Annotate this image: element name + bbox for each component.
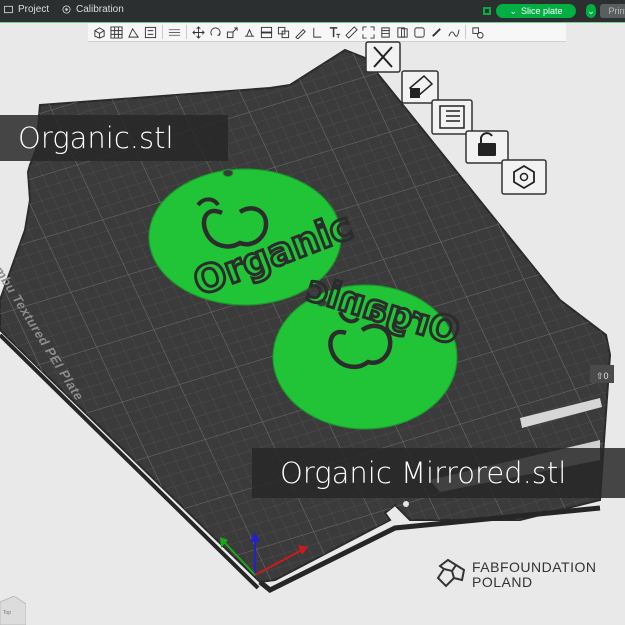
slice-plate-button[interactable]: ⌄ Slice plate (496, 4, 576, 18)
slice-controls: ⌄ Slice plate ⌄ Print pla (482, 4, 625, 18)
calibration-icon (62, 5, 71, 14)
fabfoundation-logo: FABFOUNDATION POLAND (434, 556, 599, 592)
arrange-plate-icon[interactable] (431, 99, 473, 135)
print-plate-button[interactable]: Print pla (600, 4, 625, 18)
support-paint-icon[interactable] (293, 25, 308, 40)
chevron-down-icon: ⌄ (509, 5, 517, 16)
plate-view-icon[interactable] (482, 6, 492, 16)
svg-text:Top: Top (3, 610, 11, 616)
toolbar-separator (186, 25, 187, 39)
plate-settings-icon[interactable] (501, 159, 547, 195)
lock-plate-icon[interactable] (465, 130, 509, 164)
text-icon[interactable] (327, 25, 342, 40)
mesh-boolean-icon[interactable] (276, 25, 291, 40)
auto-orient-plate-icon[interactable] (401, 70, 439, 104)
toolbar-separator (162, 25, 163, 39)
svg-text:⇧0: ⇧0 (596, 371, 609, 381)
print-plate-label: Print pla (608, 6, 625, 16)
rotate-icon[interactable] (208, 25, 223, 40)
tab-project[interactable]: Project (4, 4, 49, 15)
tab-calibration[interactable]: Calibration (62, 4, 124, 15)
add-cube-icon[interactable] (92, 25, 107, 40)
move-icon[interactable] (191, 25, 206, 40)
seam-paint-icon[interactable] (310, 25, 325, 40)
logo-text-line1: FABFOUNDATION (472, 559, 597, 575)
cut-icon[interactable] (259, 25, 274, 40)
plate-origin-marker (403, 501, 409, 507)
arrange-icon[interactable] (143, 25, 158, 40)
top-bar: Project Calibration ⌄ Slice plate ⌄ Prin… (0, 0, 625, 22)
view-cube-icon[interactable]: Top (0, 596, 26, 625)
plate-side-buttons (365, 41, 547, 195)
slice-plate-label: Slice plate (521, 6, 563, 16)
lay-on-face-icon[interactable] (242, 25, 257, 40)
tab-project-label: Project (18, 4, 50, 15)
tab-calibration-label: Calibration (76, 4, 124, 15)
toolbar-separator (465, 25, 466, 39)
layers-icon[interactable] (167, 25, 182, 40)
chevron-down-icon: ⌄ (587, 5, 595, 16)
file-label-organic-mirrored: Organic Mirrored.stl (252, 448, 625, 498)
file-label-organic: Organic.stl (0, 115, 228, 161)
grid-icon[interactable] (109, 25, 124, 40)
folder-icon (4, 5, 13, 14)
logo-text-line2: POLAND (472, 574, 533, 590)
measure-icon[interactable] (344, 25, 359, 40)
print-dropdown-button[interactable]: ⌄ (586, 4, 596, 18)
close-plate-icon[interactable] (365, 41, 401, 73)
scale-icon[interactable] (225, 25, 240, 40)
auto-orient-icon[interactable] (126, 25, 141, 40)
fabfoundation-logo-icon (436, 558, 466, 588)
